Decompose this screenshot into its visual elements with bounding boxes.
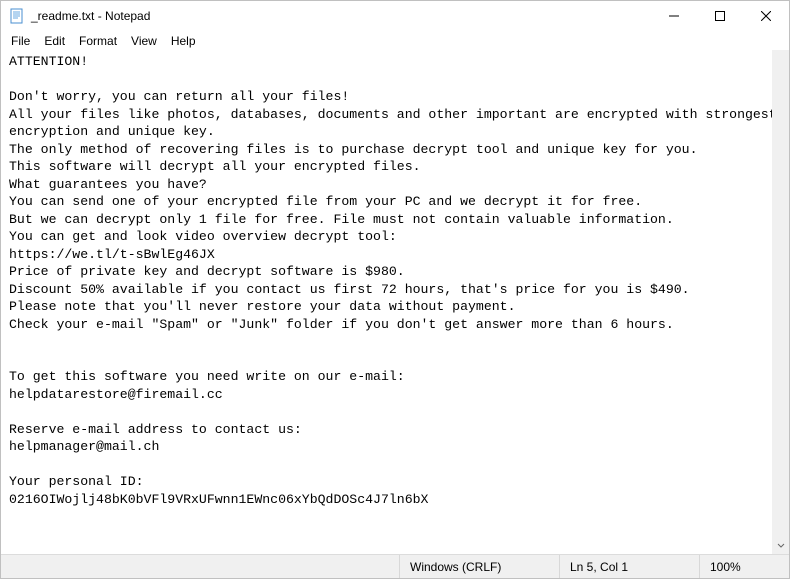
minimize-button[interactable]	[651, 1, 697, 31]
menu-file[interactable]: File	[5, 33, 36, 49]
status-zoom: 100%	[699, 555, 789, 578]
menu-edit[interactable]: Edit	[38, 33, 71, 49]
close-button[interactable]	[743, 1, 789, 31]
statusbar: Windows (CRLF) Ln 5, Col 1 100%	[1, 554, 789, 578]
window-title: _readme.txt - Notepad	[31, 9, 150, 23]
vertical-scrollbar[interactable]	[772, 50, 789, 554]
status-encoding: Windows (CRLF)	[399, 555, 559, 578]
menubar: File Edit Format View Help	[1, 31, 789, 51]
maximize-button[interactable]	[697, 1, 743, 31]
scroll-down-icon[interactable]	[772, 537, 789, 554]
status-spacer	[1, 555, 399, 578]
notepad-icon	[9, 8, 25, 24]
status-position: Ln 5, Col 1	[559, 555, 699, 578]
menu-help[interactable]: Help	[165, 33, 202, 49]
menu-view[interactable]: View	[125, 33, 163, 49]
titlebar: _readme.txt - Notepad	[1, 1, 789, 31]
menu-format[interactable]: Format	[73, 33, 123, 49]
notepad-window: _readme.txt - Notepad File Edit Format V…	[0, 0, 790, 579]
text-area[interactable]: ATTENTION! Don't worry, you can return a…	[1, 51, 789, 554]
